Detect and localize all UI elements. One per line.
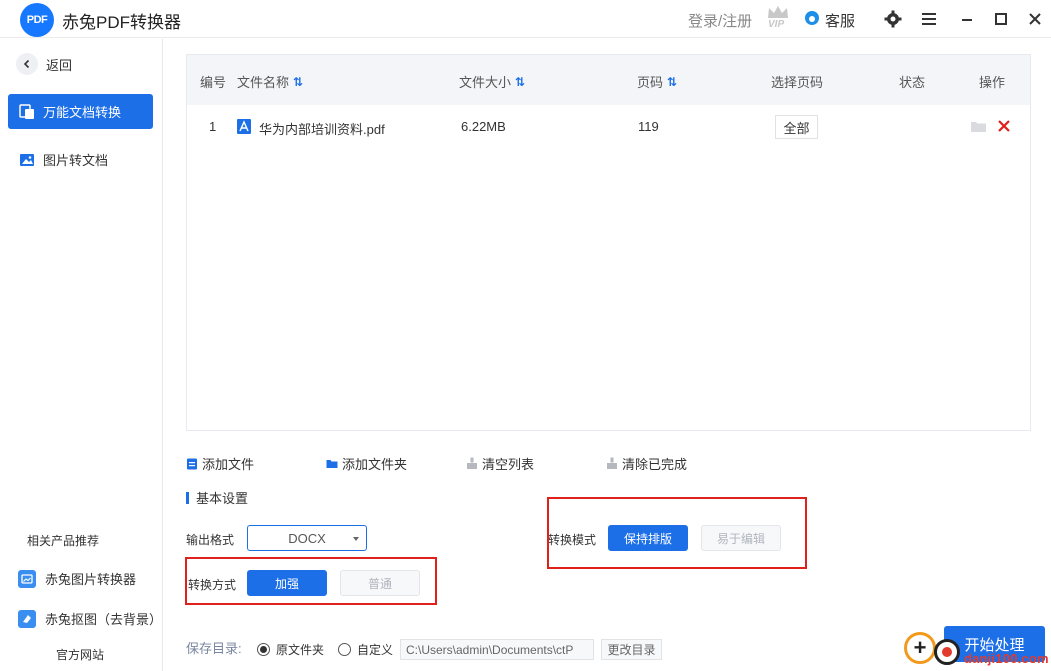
col-actions: 操作 xyxy=(979,75,1006,90)
minimize-icon[interactable] xyxy=(958,10,976,28)
clear-done-button[interactable]: 清除已完成 xyxy=(606,454,687,473)
add-folder-button[interactable]: 添加文件夹 xyxy=(326,454,407,473)
vip-icon[interactable]: VIP xyxy=(764,5,792,31)
row-page-count: 119 xyxy=(638,119,659,134)
select-pages-button[interactable]: 全部 xyxy=(775,115,818,139)
customer-service-link[interactable]: 客服 xyxy=(825,10,855,31)
col-select-pages: 选择页码 xyxy=(771,75,824,90)
sort-icon[interactable]: ⇅ xyxy=(293,75,303,89)
col-index: 编号 xyxy=(200,75,227,90)
back-label: 返回 xyxy=(46,57,73,73)
basic-settings-title: 基本设置 xyxy=(186,488,248,507)
watermark-logo-icon xyxy=(934,639,960,665)
highlight-box-mode xyxy=(547,497,807,569)
col-name: 文件名称 ⇅ xyxy=(237,74,304,91)
back-button[interactable]: 返回 xyxy=(16,53,72,75)
eraser-icon xyxy=(18,609,36,628)
sidebar: 返回 万能文档转换 图片转文档 相关产品推荐 赤兔图片转换器 赤兔抠图（去背景）… xyxy=(0,39,163,671)
sidebar-item-image-to-doc[interactable]: 图片转文档 xyxy=(8,142,153,177)
app-title: 赤兔PDF转换器 xyxy=(62,13,181,32)
menu-icon[interactable] xyxy=(920,10,938,28)
sidebar-item-label: 图片转文档 xyxy=(43,153,109,168)
clipboard-icon xyxy=(187,458,197,470)
sort-icon[interactable]: ⇅ xyxy=(515,75,525,89)
product-image-converter[interactable]: 赤兔图片转换器 xyxy=(18,569,136,588)
col-pages: 页码 ⇅ xyxy=(637,74,678,91)
image-icon xyxy=(19,152,35,168)
table-header: 编号 文件名称 ⇅ 文件大小 ⇅ 页码 ⇅ 选择页码 状态 操作 xyxy=(187,55,1030,105)
radio-unchecked-icon xyxy=(338,643,351,656)
close-icon[interactable] xyxy=(1026,10,1044,28)
change-directory-button[interactable]: 更改目录 xyxy=(601,639,662,660)
document-convert-icon xyxy=(19,103,35,120)
broom-icon xyxy=(607,457,617,469)
col-status: 状态 xyxy=(899,75,926,90)
highlight-box-method xyxy=(185,557,437,605)
watermark-plus-icon: + xyxy=(904,632,936,664)
maximize-icon[interactable] xyxy=(992,10,1010,28)
app-logo-icon: PDF xyxy=(20,3,54,37)
open-folder-icon[interactable] xyxy=(970,120,987,133)
vip-label: VIP xyxy=(768,19,785,30)
related-products-title: 相关产品推荐 xyxy=(27,534,100,548)
clear-list-label: 清空列表 xyxy=(482,457,535,472)
product-label: 赤兔抠图（去背景） xyxy=(45,612,163,627)
pdf-file-icon xyxy=(237,119,251,134)
login-register-link[interactable]: 登录/注册 xyxy=(688,10,752,31)
radio-original-folder[interactable]: 原文件夹 xyxy=(257,641,324,658)
crown-icon xyxy=(768,6,788,18)
radio-label: 自定义 xyxy=(357,643,394,657)
row-file-name: 华为内部培训资料.pdf xyxy=(259,122,385,137)
settings-gear-icon[interactable] xyxy=(884,10,902,28)
folder-icon xyxy=(326,460,338,468)
customer-service-icon[interactable] xyxy=(804,10,820,26)
row-index: 1 xyxy=(209,119,217,134)
sidebar-item-universal-convert[interactable]: 万能文档转换 xyxy=(8,94,153,129)
chevron-left-icon xyxy=(16,53,38,75)
site-watermark: + danji100.com xyxy=(900,629,1051,671)
official-website-link[interactable]: 官方网站 xyxy=(56,646,104,663)
radio-label: 原文件夹 xyxy=(276,643,325,657)
save-path-input[interactable]: C:\Users\admin\Documents\ctP xyxy=(400,639,594,660)
add-file-button[interactable]: 添加文件 xyxy=(186,454,254,473)
output-format-select[interactable]: DOCX xyxy=(247,525,367,551)
delete-icon[interactable] xyxy=(997,119,1011,133)
row-file-size: 6.22MB xyxy=(461,119,506,134)
product-cutout[interactable]: 赤兔抠图（去背景） xyxy=(18,609,162,628)
watermark-text: danji100.com xyxy=(964,651,1049,666)
sidebar-item-label: 万能文档转换 xyxy=(43,105,122,120)
file-table: 编号 文件名称 ⇅ 文件大小 ⇅ 页码 ⇅ 选择页码 状态 操作 1 华为内部培… xyxy=(186,54,1031,431)
output-format-label: 输出格式 xyxy=(186,533,235,547)
radio-custom-folder[interactable]: 自定义 xyxy=(338,641,393,658)
add-file-label: 添加文件 xyxy=(202,457,255,472)
clear-done-label: 清除已完成 xyxy=(622,457,688,472)
title-bar: PDF 赤兔PDF转换器 登录/注册 VIP 客服 xyxy=(0,0,1051,38)
col-size: 文件大小 ⇅ xyxy=(459,74,526,91)
section-marker xyxy=(186,491,189,504)
image-converter-icon xyxy=(18,569,36,588)
broom-icon xyxy=(467,457,477,469)
output-format-value: DOCX xyxy=(288,530,326,546)
add-folder-label: 添加文件夹 xyxy=(342,457,408,472)
clear-list-button[interactable]: 清空列表 xyxy=(466,454,534,473)
save-directory-label: 保存目录: xyxy=(186,641,242,656)
radio-checked-icon xyxy=(257,643,270,656)
caret-down-icon xyxy=(353,537,359,541)
product-label: 赤兔图片转换器 xyxy=(45,572,137,587)
sort-icon[interactable]: ⇅ xyxy=(667,75,677,89)
